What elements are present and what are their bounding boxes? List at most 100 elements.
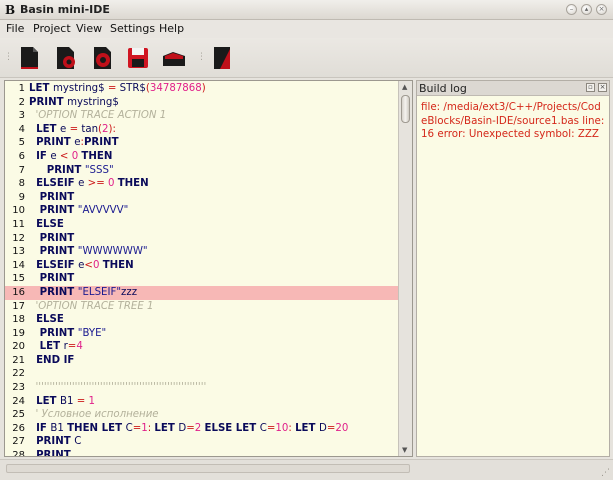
- new-file-icon[interactable]: [16, 44, 42, 72]
- line-number: 9: [18, 191, 25, 203]
- code-text: IF e < 0 THEN: [29, 150, 112, 164]
- code-token: e: [50, 150, 60, 162]
- code-text: ELSE: [29, 218, 64, 232]
- code-token: STR$: [119, 83, 146, 94]
- resize-grip-icon[interactable]: ⋰: [601, 468, 611, 478]
- code-token: C: [74, 436, 82, 448]
- close-icon[interactable]: ×: [596, 4, 607, 15]
- menu-help[interactable]: Help: [159, 22, 184, 35]
- save-icon[interactable]: [125, 44, 151, 72]
- code-line[interactable]: 23 '''''''''''''''''''''''''''''''''''''…: [5, 381, 398, 395]
- line-number: 28: [12, 450, 25, 457]
- code-line[interactable]: 3 'OPTION TRACE ACTION 1: [5, 109, 398, 123]
- code-line[interactable]: 24 LET B1 = 1: [5, 395, 398, 409]
- line-number: 20: [12, 341, 25, 353]
- scroll-down-icon[interactable]: ▼: [402, 446, 407, 454]
- menu-project[interactable]: Project: [33, 22, 71, 35]
- code-line[interactable]: 9 PRINT: [5, 191, 398, 205]
- toolbar: ⋮ ⋮: [0, 38, 613, 78]
- code-token: <: [59, 150, 72, 162]
- code-line[interactable]: 8 ELSEIF e >= 0 THEN: [5, 177, 398, 191]
- code-line[interactable]: 19 PRINT "BYE": [5, 327, 398, 341]
- code-token: END IF: [29, 354, 75, 366]
- code-line[interactable]: 15 PRINT: [5, 272, 398, 286]
- toolbar-grip-icon[interactable]: ⋮: [4, 52, 13, 62]
- code-editor[interactable]: 1 LET mystring$ = STR$(34787868) 2 PRINT my…: [4, 80, 413, 457]
- line-number: 4: [18, 123, 25, 135]
- code-line[interactable]: 17 'OPTION TRACE TREE 1: [5, 300, 398, 314]
- code-token: PRINT: [29, 436, 75, 448]
- code-token: PRINT: [29, 96, 68, 108]
- scroll-up-icon[interactable]: ▲: [402, 83, 407, 91]
- code-line[interactable]: 10 PRINT "AVVVVV": [5, 204, 398, 218]
- code-token: ELSEIF: [29, 259, 79, 271]
- code-token: PRINT: [29, 286, 78, 298]
- line-number: 14: [12, 259, 25, 271]
- code-text: PRINT "SSS": [29, 164, 114, 178]
- code-token: 'OPTION TRACE ACTION 1: [29, 110, 167, 122]
- toolbar-grip-icon[interactable]: ⋮: [197, 52, 206, 62]
- code-line[interactable]: 18 ELSE: [5, 313, 398, 327]
- code-line[interactable]: 2 PRINT mystring$: [5, 96, 398, 110]
- code-token: D: [319, 422, 327, 434]
- code-token: LET: [29, 341, 64, 353]
- scrollbar-thumb[interactable]: [401, 95, 410, 123]
- code-text: LET r=4: [29, 340, 83, 354]
- code-line[interactable]: 5 PRINT e:PRINT: [5, 136, 398, 150]
- run-icon[interactable]: [161, 44, 187, 72]
- code-text: PRINT "WWWWWW": [29, 245, 148, 259]
- line-number: 10: [12, 205, 25, 217]
- code-token: PRINT: [29, 273, 75, 285]
- menu-settings[interactable]: Settings: [110, 22, 155, 35]
- code-token: e: [78, 178, 88, 190]
- float-panel-icon[interactable]: ▫: [586, 83, 595, 92]
- code-token: "SSS": [84, 164, 114, 176]
- editor-vertical-scrollbar[interactable]: ▲ ▼: [398, 81, 412, 456]
- code-line[interactable]: 7 PRINT "SSS": [5, 164, 398, 178]
- code-line[interactable]: 22: [5, 367, 398, 381]
- code-line[interactable]: 27 PRINT C: [5, 435, 398, 449]
- code-token: ELSE LET: [204, 422, 260, 434]
- menu-file[interactable]: File: [6, 22, 24, 35]
- notebook-icon[interactable]: [209, 44, 235, 72]
- code-line[interactable]: 21 END IF: [5, 354, 398, 368]
- maximize-icon[interactable]: ▴: [581, 4, 592, 15]
- code-line[interactable]: 1 LET mystring$ = STR$(34787868): [5, 82, 398, 96]
- code-token: =: [107, 83, 120, 94]
- code-token: LET: [154, 422, 179, 434]
- code-line[interactable]: 14 ELSEIF e<0 THEN: [5, 259, 398, 273]
- code-token: PRINT: [29, 191, 75, 203]
- build-gear-icon[interactable]: [90, 44, 116, 72]
- code-line[interactable]: 4 LET e = tan(2):: [5, 123, 398, 137]
- code-token: PRINT: [29, 232, 75, 244]
- code-token: PRINT: [29, 205, 78, 217]
- code-line[interactable]: 12 PRINT: [5, 232, 398, 246]
- code-line[interactable]: 25 ' Условное исполнение: [5, 408, 398, 422]
- code-line[interactable]: 26 IF B1 THEN LET C=1: LET D=2 ELSE LET …: [5, 422, 398, 436]
- code-token: 0: [107, 178, 118, 190]
- editor-horizontal-scrollbar[interactable]: [6, 464, 410, 473]
- code-line[interactable]: 20 LET r=4: [5, 340, 398, 354]
- line-number: 5: [18, 137, 25, 149]
- code-token: PRINT: [29, 327, 78, 339]
- close-panel-icon[interactable]: ×: [598, 83, 607, 92]
- code-line[interactable]: 28 PRINT: [5, 449, 398, 457]
- code-token: "BYE": [77, 327, 107, 339]
- code-token: =: [76, 395, 89, 407]
- code-line[interactable]: 11 ELSE: [5, 218, 398, 232]
- code-token: ELSEIF: [29, 178, 79, 190]
- title-bar: B Basin mini-IDE – ▴ ×: [0, 0, 613, 20]
- open-gear-icon[interactable]: [53, 44, 79, 72]
- code-token: "ELSEIF": [77, 286, 122, 298]
- code-token: PRINT: [29, 137, 75, 149]
- code-token: 2: [194, 422, 205, 434]
- code-line[interactable]: 13 PRINT "WWWWWW": [5, 245, 398, 259]
- code-line[interactable]: 6 IF e < 0 THEN: [5, 150, 398, 164]
- minimize-icon[interactable]: –: [566, 4, 577, 15]
- menu-view[interactable]: View: [76, 22, 102, 35]
- line-number: 27: [12, 436, 25, 448]
- code-line[interactable]: 16 PRINT "ELSEIF"zzz: [5, 285, 398, 300]
- line-number: 13: [12, 246, 25, 258]
- code-lines[interactable]: 1 LET mystring$ = STR$(34787868) 2 PRINT my…: [5, 82, 398, 457]
- line-number: 2: [18, 96, 25, 108]
